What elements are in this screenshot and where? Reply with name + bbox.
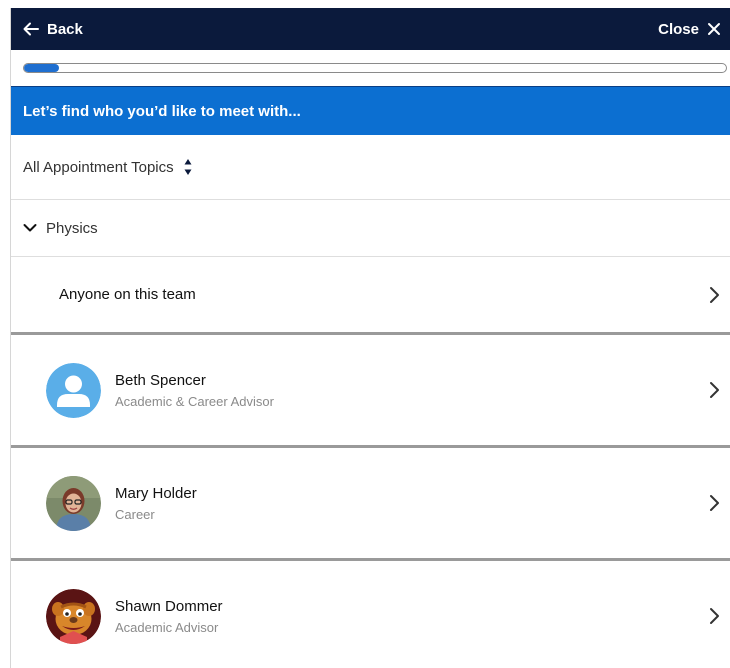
progress-fill xyxy=(24,64,60,72)
topic-filter-label: All Appointment Topics xyxy=(23,158,174,176)
photo-avatar xyxy=(46,588,101,644)
advisor-info: Shawn Dommer Academic Advisor xyxy=(46,588,223,644)
close-icon xyxy=(708,23,720,35)
advisor-row-mary-holder[interactable]: Mary Holder Career xyxy=(11,448,730,561)
advisor-role: Academic & Career Advisor xyxy=(115,393,274,409)
progress-bar xyxy=(23,63,727,73)
chevron-down-icon xyxy=(23,224,37,232)
topic-group-physics[interactable]: Physics xyxy=(11,200,730,257)
sort-arrows-icon xyxy=(184,159,192,175)
anyone-label: Anyone on this team xyxy=(59,286,196,303)
advisor-text: Mary Holder Career xyxy=(115,485,197,522)
back-label: Back xyxy=(47,20,83,38)
photo-avatar xyxy=(46,475,101,531)
arrow-left-icon xyxy=(23,22,39,36)
chevron-right-icon xyxy=(710,608,719,624)
advisor-row-beth-spencer[interactable]: Beth Spencer Academic & Career Advisor xyxy=(11,335,730,448)
banner-text: Let’s find who you’d like to meet with..… xyxy=(23,102,301,120)
instruction-banner: Let’s find who you’d like to meet with..… xyxy=(11,86,730,135)
person-photo-icon xyxy=(46,475,101,531)
advisor-row-shawn-dommer[interactable]: Shawn Dommer Academic Advisor xyxy=(11,561,730,668)
top-bar: Back Close xyxy=(11,8,730,50)
advisor-role: Career xyxy=(115,506,155,522)
topic-group-label: Physics xyxy=(46,219,98,237)
chevron-right-icon xyxy=(710,382,719,398)
close-label: Close xyxy=(658,20,699,38)
user-icon xyxy=(46,362,101,418)
chevron-right-icon xyxy=(710,495,719,511)
person-photo-icon xyxy=(46,588,101,644)
advisor-text: Shawn Dommer Academic Advisor xyxy=(115,598,223,635)
anyone-on-team-option[interactable]: Anyone on this team xyxy=(11,257,730,335)
scheduling-panel: Back Close Let’s find who you’d like to … xyxy=(10,8,730,668)
advisor-info: Beth Spencer Academic & Career Advisor xyxy=(46,362,274,418)
advisor-role: Academic Advisor xyxy=(115,619,219,635)
topic-filter-select[interactable]: All Appointment Topics xyxy=(11,135,730,200)
chevron-right-icon xyxy=(710,286,719,303)
advisor-name: Mary Holder xyxy=(115,484,197,502)
advisor-info: Mary Holder Career xyxy=(46,475,197,531)
advisor-name: Shawn Dommer xyxy=(115,597,223,615)
back-button[interactable]: Back xyxy=(23,21,83,38)
default-user-avatar xyxy=(46,362,101,418)
advisor-text: Beth Spencer Academic & Career Advisor xyxy=(115,372,274,409)
close-button[interactable]: Close xyxy=(658,21,721,38)
progress-area xyxy=(11,50,730,86)
advisor-name: Beth Spencer xyxy=(115,371,206,389)
